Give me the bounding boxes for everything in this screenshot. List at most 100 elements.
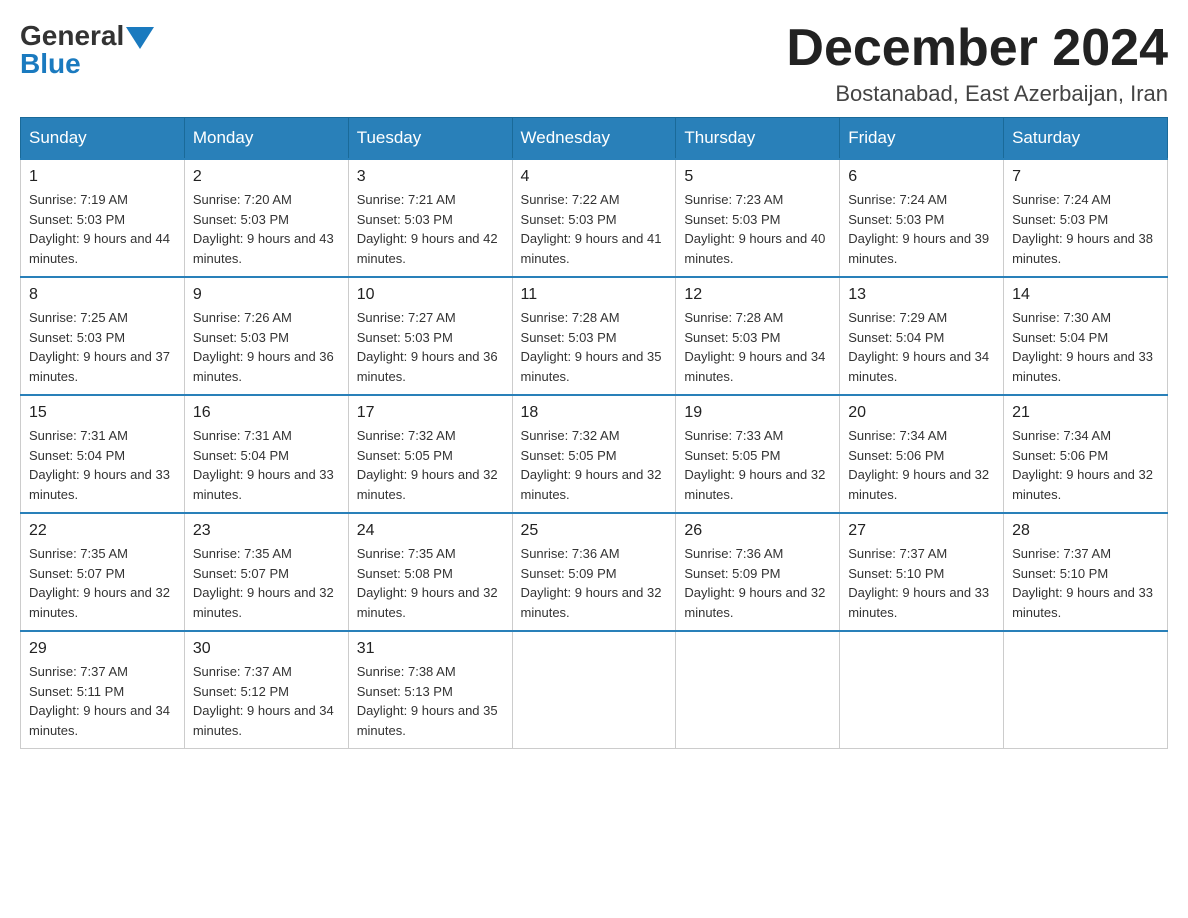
day-number: 25 (521, 522, 668, 540)
day-info: Sunrise: 7:37 AM Sunset: 5:12 PM Dayligh… (193, 662, 340, 740)
day-info: Sunrise: 7:19 AM Sunset: 5:03 PM Dayligh… (29, 190, 176, 268)
page-header: General Blue December 2024 Bostanabad, E… (20, 20, 1168, 107)
calendar-header-monday: Monday (184, 118, 348, 160)
day-number: 8 (29, 286, 176, 304)
location: Bostanabad, East Azerbaijan, Iran (786, 81, 1168, 107)
day-info: Sunrise: 7:32 AM Sunset: 5:05 PM Dayligh… (357, 426, 504, 504)
calendar-day-cell: 17 Sunrise: 7:32 AM Sunset: 5:05 PM Dayl… (348, 395, 512, 513)
calendar-header-friday: Friday (840, 118, 1004, 160)
day-info: Sunrise: 7:36 AM Sunset: 5:09 PM Dayligh… (521, 544, 668, 622)
calendar-table: SundayMondayTuesdayWednesdayThursdayFrid… (20, 117, 1168, 749)
calendar-day-cell: 1 Sunrise: 7:19 AM Sunset: 5:03 PM Dayli… (21, 159, 185, 277)
day-number: 21 (1012, 404, 1159, 422)
day-info: Sunrise: 7:34 AM Sunset: 5:06 PM Dayligh… (1012, 426, 1159, 504)
day-number: 5 (684, 168, 831, 186)
day-info: Sunrise: 7:38 AM Sunset: 5:13 PM Dayligh… (357, 662, 504, 740)
calendar-day-cell: 8 Sunrise: 7:25 AM Sunset: 5:03 PM Dayli… (21, 277, 185, 395)
day-info: Sunrise: 7:26 AM Sunset: 5:03 PM Dayligh… (193, 308, 340, 386)
day-number: 15 (29, 404, 176, 422)
calendar-week-row: 29 Sunrise: 7:37 AM Sunset: 5:11 PM Dayl… (21, 631, 1168, 749)
calendar-header-row: SundayMondayTuesdayWednesdayThursdayFrid… (21, 118, 1168, 160)
calendar-day-cell (676, 631, 840, 749)
day-info: Sunrise: 7:28 AM Sunset: 5:03 PM Dayligh… (521, 308, 668, 386)
calendar-day-cell: 14 Sunrise: 7:30 AM Sunset: 5:04 PM Dayl… (1004, 277, 1168, 395)
calendar-week-row: 15 Sunrise: 7:31 AM Sunset: 5:04 PM Dayl… (21, 395, 1168, 513)
day-number: 14 (1012, 286, 1159, 304)
calendar-day-cell: 15 Sunrise: 7:31 AM Sunset: 5:04 PM Dayl… (21, 395, 185, 513)
calendar-header-saturday: Saturday (1004, 118, 1168, 160)
day-info: Sunrise: 7:23 AM Sunset: 5:03 PM Dayligh… (684, 190, 831, 268)
logo: General Blue (20, 20, 154, 80)
day-number: 1 (29, 168, 176, 186)
logo-blue-text: Blue (20, 48, 81, 80)
day-number: 22 (29, 522, 176, 540)
calendar-day-cell: 25 Sunrise: 7:36 AM Sunset: 5:09 PM Dayl… (512, 513, 676, 631)
day-number: 24 (357, 522, 504, 540)
day-number: 29 (29, 640, 176, 658)
day-info: Sunrise: 7:32 AM Sunset: 5:05 PM Dayligh… (521, 426, 668, 504)
calendar-day-cell (512, 631, 676, 749)
calendar-header-thursday: Thursday (676, 118, 840, 160)
day-info: Sunrise: 7:36 AM Sunset: 5:09 PM Dayligh… (684, 544, 831, 622)
calendar-day-cell: 18 Sunrise: 7:32 AM Sunset: 5:05 PM Dayl… (512, 395, 676, 513)
day-number: 19 (684, 404, 831, 422)
calendar-day-cell: 20 Sunrise: 7:34 AM Sunset: 5:06 PM Dayl… (840, 395, 1004, 513)
calendar-day-cell: 22 Sunrise: 7:35 AM Sunset: 5:07 PM Dayl… (21, 513, 185, 631)
day-number: 30 (193, 640, 340, 658)
calendar-header-wednesday: Wednesday (512, 118, 676, 160)
calendar-header-tuesday: Tuesday (348, 118, 512, 160)
calendar-day-cell: 10 Sunrise: 7:27 AM Sunset: 5:03 PM Dayl… (348, 277, 512, 395)
day-info: Sunrise: 7:25 AM Sunset: 5:03 PM Dayligh… (29, 308, 176, 386)
calendar-day-cell: 5 Sunrise: 7:23 AM Sunset: 5:03 PM Dayli… (676, 159, 840, 277)
day-info: Sunrise: 7:21 AM Sunset: 5:03 PM Dayligh… (357, 190, 504, 268)
day-info: Sunrise: 7:31 AM Sunset: 5:04 PM Dayligh… (193, 426, 340, 504)
day-info: Sunrise: 7:30 AM Sunset: 5:04 PM Dayligh… (1012, 308, 1159, 386)
day-info: Sunrise: 7:22 AM Sunset: 5:03 PM Dayligh… (521, 190, 668, 268)
calendar-day-cell: 30 Sunrise: 7:37 AM Sunset: 5:12 PM Dayl… (184, 631, 348, 749)
calendar-day-cell: 9 Sunrise: 7:26 AM Sunset: 5:03 PM Dayli… (184, 277, 348, 395)
day-number: 28 (1012, 522, 1159, 540)
day-info: Sunrise: 7:37 AM Sunset: 5:10 PM Dayligh… (848, 544, 995, 622)
calendar-day-cell (1004, 631, 1168, 749)
day-number: 13 (848, 286, 995, 304)
calendar-day-cell: 19 Sunrise: 7:33 AM Sunset: 5:05 PM Dayl… (676, 395, 840, 513)
month-title: December 2024 (786, 20, 1168, 77)
day-number: 17 (357, 404, 504, 422)
calendar-day-cell: 28 Sunrise: 7:37 AM Sunset: 5:10 PM Dayl… (1004, 513, 1168, 631)
day-info: Sunrise: 7:35 AM Sunset: 5:07 PM Dayligh… (29, 544, 176, 622)
day-info: Sunrise: 7:24 AM Sunset: 5:03 PM Dayligh… (848, 190, 995, 268)
day-number: 16 (193, 404, 340, 422)
day-number: 27 (848, 522, 995, 540)
calendar-day-cell: 29 Sunrise: 7:37 AM Sunset: 5:11 PM Dayl… (21, 631, 185, 749)
day-info: Sunrise: 7:27 AM Sunset: 5:03 PM Dayligh… (357, 308, 504, 386)
calendar-day-cell: 6 Sunrise: 7:24 AM Sunset: 5:03 PM Dayli… (840, 159, 1004, 277)
day-number: 12 (684, 286, 831, 304)
day-number: 3 (357, 168, 504, 186)
day-number: 20 (848, 404, 995, 422)
day-info: Sunrise: 7:35 AM Sunset: 5:08 PM Dayligh… (357, 544, 504, 622)
calendar-day-cell: 23 Sunrise: 7:35 AM Sunset: 5:07 PM Dayl… (184, 513, 348, 631)
day-number: 4 (521, 168, 668, 186)
calendar-day-cell: 24 Sunrise: 7:35 AM Sunset: 5:08 PM Dayl… (348, 513, 512, 631)
day-info: Sunrise: 7:37 AM Sunset: 5:11 PM Dayligh… (29, 662, 176, 740)
day-number: 18 (521, 404, 668, 422)
day-info: Sunrise: 7:33 AM Sunset: 5:05 PM Dayligh… (684, 426, 831, 504)
day-number: 11 (521, 286, 668, 304)
calendar-week-row: 22 Sunrise: 7:35 AM Sunset: 5:07 PM Dayl… (21, 513, 1168, 631)
day-info: Sunrise: 7:37 AM Sunset: 5:10 PM Dayligh… (1012, 544, 1159, 622)
day-number: 6 (848, 168, 995, 186)
calendar-day-cell: 31 Sunrise: 7:38 AM Sunset: 5:13 PM Dayl… (348, 631, 512, 749)
calendar-day-cell: 11 Sunrise: 7:28 AM Sunset: 5:03 PM Dayl… (512, 277, 676, 395)
calendar-day-cell: 21 Sunrise: 7:34 AM Sunset: 5:06 PM Dayl… (1004, 395, 1168, 513)
calendar-day-cell: 13 Sunrise: 7:29 AM Sunset: 5:04 PM Dayl… (840, 277, 1004, 395)
logo-arrow-icon (126, 27, 154, 49)
calendar-week-row: 1 Sunrise: 7:19 AM Sunset: 5:03 PM Dayli… (21, 159, 1168, 277)
calendar-week-row: 8 Sunrise: 7:25 AM Sunset: 5:03 PM Dayli… (21, 277, 1168, 395)
calendar-header-sunday: Sunday (21, 118, 185, 160)
day-info: Sunrise: 7:31 AM Sunset: 5:04 PM Dayligh… (29, 426, 176, 504)
day-info: Sunrise: 7:35 AM Sunset: 5:07 PM Dayligh… (193, 544, 340, 622)
calendar-day-cell: 4 Sunrise: 7:22 AM Sunset: 5:03 PM Dayli… (512, 159, 676, 277)
day-info: Sunrise: 7:29 AM Sunset: 5:04 PM Dayligh… (848, 308, 995, 386)
day-number: 2 (193, 168, 340, 186)
calendar-day-cell: 27 Sunrise: 7:37 AM Sunset: 5:10 PM Dayl… (840, 513, 1004, 631)
